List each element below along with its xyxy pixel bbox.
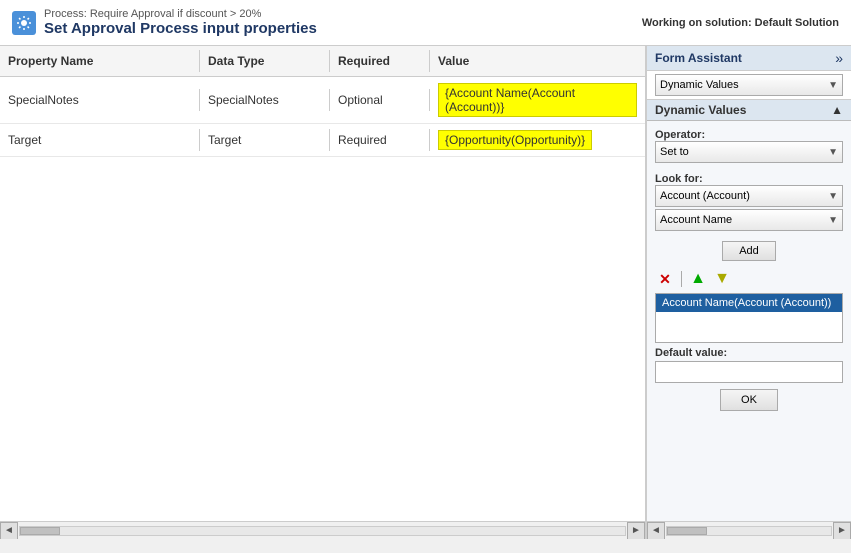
left-panel: Property Name Data Type Required Value S… <box>0 46 646 539</box>
row2-required: Required <box>330 129 430 151</box>
col-header-property: Property Name <box>0 50 200 72</box>
top-bar-left: Process: Require Approval if discount > … <box>12 8 317 37</box>
horizontal-scrollbar[interactable]: ◄ ► <box>0 521 645 539</box>
table-header: Property Name Data Type Required Value <box>0 46 645 77</box>
scroll-thumb[interactable] <box>20 527 60 535</box>
move-down-icon[interactable]: ▼ <box>712 269 732 289</box>
dynamic-values-arrow: ▼ <box>828 80 838 91</box>
field-value: Account Name <box>660 214 828 226</box>
right-panel: Form Assistant » Dynamic Values ▼ Dynami… <box>646 46 851 539</box>
scroll-right-arrow[interactable]: ► <box>627 522 645 540</box>
row2-value-tag: {Opportunity(Opportunity)} <box>438 130 592 150</box>
lookfor-select[interactable]: Account (Account) ▼ <box>655 185 843 207</box>
main-content: Property Name Data Type Required Value S… <box>0 46 851 539</box>
value-list: Account Name(Account (Account)) <box>655 293 843 343</box>
value-list-item[interactable]: Account Name(Account (Account)) <box>656 294 842 312</box>
field-select[interactable]: Account Name ▼ <box>655 209 843 231</box>
dynamic-values-select-text: Dynamic Values <box>660 79 828 91</box>
row1-datatype: SpecialNotes <box>200 89 330 111</box>
scroll-track[interactable] <box>19 526 626 536</box>
dynamic-values-select[interactable]: Dynamic Values ▼ <box>655 74 843 96</box>
operator-select[interactable]: Set to ▼ <box>655 141 843 163</box>
lookfor-arrow: ▼ <box>828 191 838 202</box>
right-scroll-right-arrow[interactable]: ► <box>833 522 851 540</box>
move-up-icon[interactable]: ▲ <box>688 269 708 289</box>
title-block: Process: Require Approval if discount > … <box>44 8 317 37</box>
col-header-datatype: Data Type <box>200 50 330 72</box>
page-title: Set Approval Process input properties <box>44 20 317 37</box>
lookfor-value: Account (Account) <box>660 190 828 202</box>
table-row: SpecialNotes SpecialNotes Optional {Acco… <box>0 77 645 124</box>
table-row: Target Target Required {Opportunity(Oppo… <box>0 124 645 157</box>
row1-value-tag: {Account Name(Account (Account))} <box>438 83 637 117</box>
operator-arrow: ▼ <box>828 147 838 158</box>
gear-icon <box>12 11 36 35</box>
operator-field-row: Operator: Set to ▼ <box>655 125 843 163</box>
scroll-left-arrow[interactable]: ◄ <box>0 522 18 540</box>
right-scrollbar-bottom: ◄ ► <box>647 521 851 539</box>
row1-value[interactable]: {Account Name(Account (Account))} <box>430 77 645 123</box>
default-value-input[interactable] <box>655 361 843 383</box>
ok-button[interactable]: OK <box>720 389 778 411</box>
dv-section-header: Dynamic Values ▲ <box>647 100 851 121</box>
row2-property: Target <box>0 129 200 151</box>
collapse-icon[interactable]: ▲ <box>831 103 843 117</box>
working-on-label: Working on solution: Default Solution <box>642 17 839 29</box>
operator-label: Operator: <box>655 129 843 141</box>
right-scroll-track[interactable] <box>666 526 832 536</box>
field-arrow: ▼ <box>828 215 838 226</box>
process-label: Process: Require Approval if discount > … <box>44 8 317 20</box>
col-header-value: Value <box>430 50 645 72</box>
delete-icon[interactable]: ✕ <box>655 269 675 289</box>
row1-required: Optional <box>330 89 430 111</box>
col-header-required: Required <box>330 50 430 72</box>
form-assistant-title: Form Assistant <box>655 51 742 65</box>
row1-property: SpecialNotes <box>0 89 200 111</box>
add-button[interactable]: Add <box>722 241 776 261</box>
row2-datatype: Target <box>200 129 330 151</box>
right-scroll-left-arrow[interactable]: ◄ <box>647 522 665 540</box>
default-value-label: Default value: <box>647 343 851 361</box>
lookfor-field-row: Look for: Account (Account) ▼ Account Na… <box>655 169 843 231</box>
row2-value[interactable]: {Opportunity(Opportunity)} <box>430 124 645 156</box>
top-bar: Process: Require Approval if discount > … <box>0 0 851 46</box>
dv-section-label: Dynamic Values <box>655 103 746 117</box>
form-assistant-header: Form Assistant » <box>647 46 851 71</box>
lookfor-label: Look for: <box>655 173 843 185</box>
operator-value: Set to <box>660 146 828 158</box>
dynamic-values-select-row: Dynamic Values ▼ <box>647 71 851 99</box>
expand-icon[interactable]: » <box>835 50 843 66</box>
right-scroll-thumb[interactable] <box>667 527 707 535</box>
icon-toolbar: ✕ ▲ ▼ <box>647 265 851 293</box>
dynamic-values-row: Dynamic Values ▼ <box>647 71 851 100</box>
divider <box>681 271 682 287</box>
form-body: Operator: Set to ▼ Look for: Account (Ac… <box>647 121 851 237</box>
